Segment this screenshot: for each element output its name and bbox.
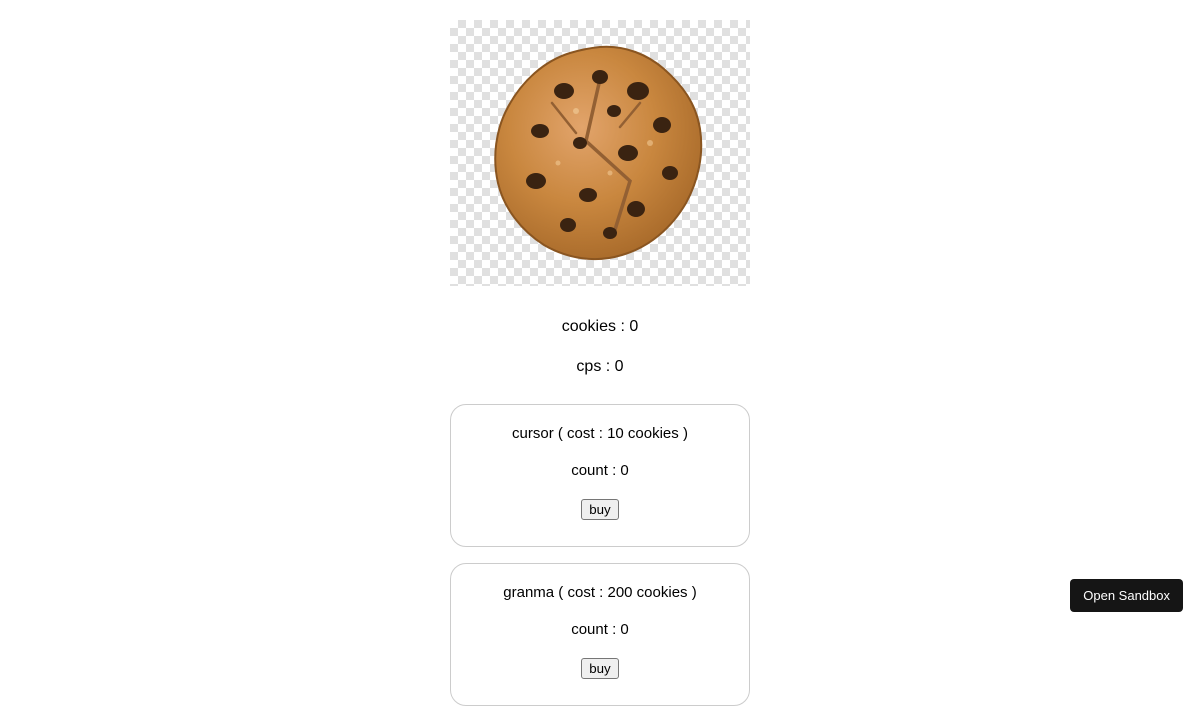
open-sandbox-button[interactable]: Open Sandbox bbox=[1070, 579, 1183, 612]
cps-count: cps : 0 bbox=[562, 358, 638, 376]
stats-panel: cookies : 0 cps : 0 bbox=[562, 310, 638, 398]
buy-button-cursor[interactable]: buy bbox=[581, 499, 618, 520]
cookie-clicker[interactable] bbox=[450, 20, 750, 286]
shop-item-cursor: cursor ( cost : 10 cookies ) count : 0 b… bbox=[450, 404, 750, 547]
main-container: cookies : 0 cps : 0 cursor ( cost : 10 c… bbox=[0, 0, 1200, 716]
shop-item-title: cursor ( cost : 10 cookies ) bbox=[461, 425, 739, 442]
shop-item-title: granma ( cost : 200 cookies ) bbox=[461, 584, 739, 601]
cookie-icon bbox=[480, 33, 720, 273]
buy-button-granma[interactable]: buy bbox=[581, 658, 618, 679]
shop-item-count: count : 0 bbox=[461, 462, 739, 479]
shop-item-granma: granma ( cost : 200 cookies ) count : 0 … bbox=[450, 563, 750, 706]
cookies-count: cookies : 0 bbox=[562, 318, 638, 336]
